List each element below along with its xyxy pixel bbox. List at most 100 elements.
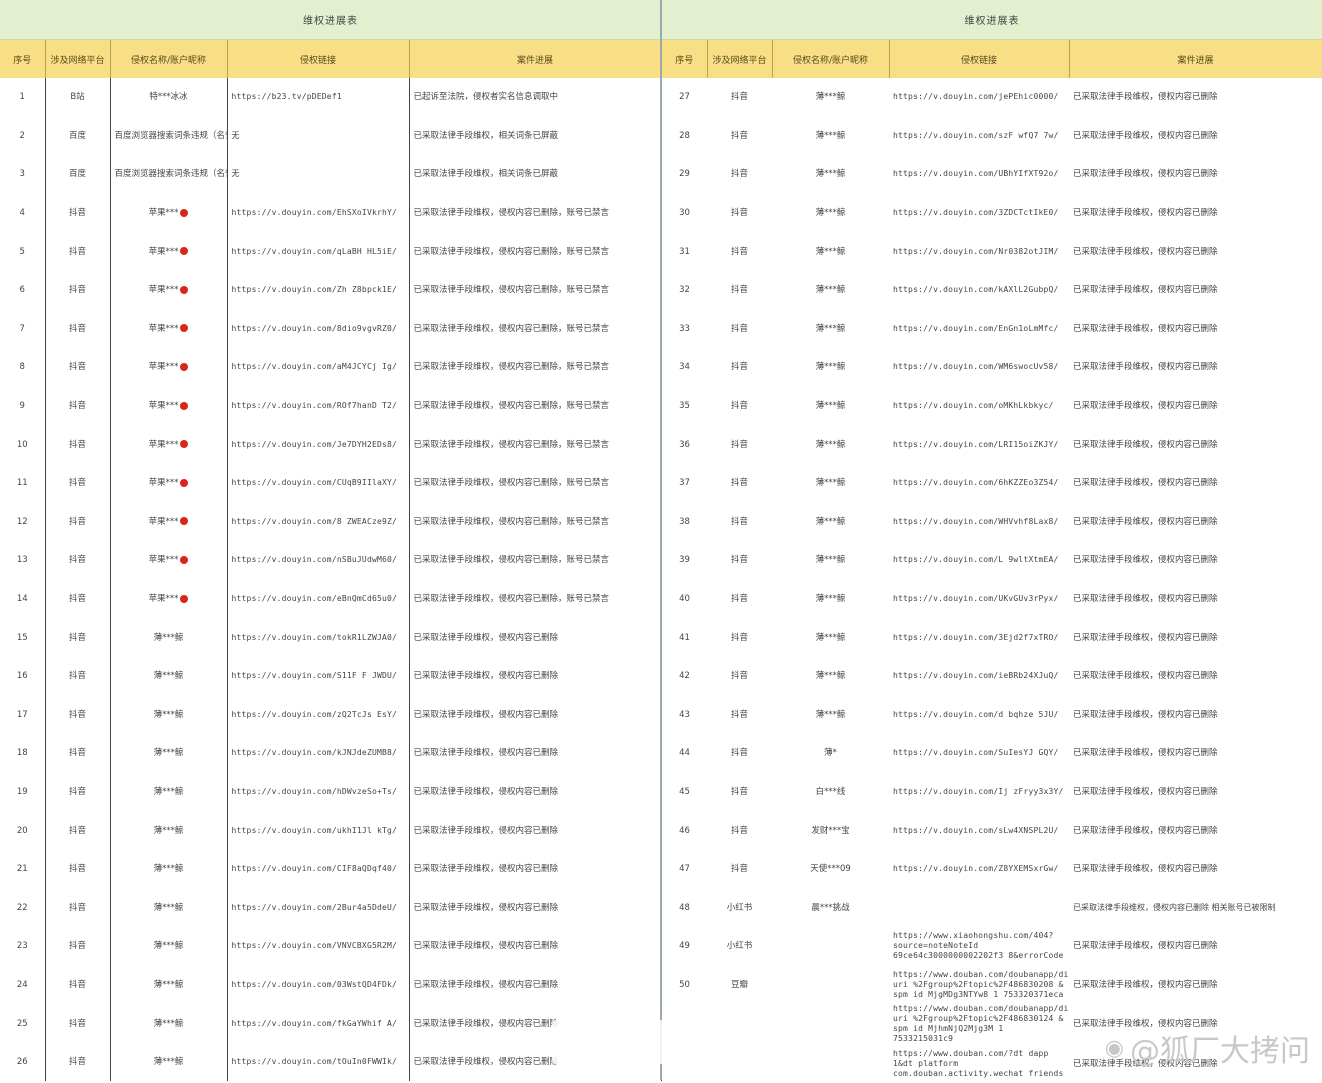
row-infringing-link[interactable]: https://v.douyin.com/sLw4XNSPL2U/ [889,811,1069,850]
row-infringing-link[interactable]: https://v.douyin.com/CIF8aQDqf40/ [227,849,410,889]
row-infringing-link[interactable]: https://v.douyin.com/6hKZZEo3Z54/ [889,464,1069,503]
row-infringing-link[interactable]: https://v.douyin.com/CUqB9IIlaXY/ [227,463,410,503]
row-number: 44 [679,748,690,759]
row-number: 1 [0,78,46,117]
row-infringing-link[interactable]: https://www.xiaohongshu.com/404?source=n… [889,927,1069,966]
row-infringing-link[interactable]: https://v.douyin.com/ukhI1Jl kTg/ [227,811,410,850]
row-platform: B站 [45,78,111,117]
row-infringing-link[interactable]: https://v.douyin.com/8dio9vgvRZ0/ [227,309,410,349]
table-row: 39 抖音 薄***鲸 https://v.douyin.com/L 9wltXtmE… [662,541,1322,580]
row-account-name: 薄***鲸 [815,362,846,373]
watermark-text: @狐厂大拷问 [1130,1034,1310,1069]
row-platform: 抖音 [45,927,111,966]
row-account-name: 苹果*** [110,193,228,233]
table-row: 46 抖音 发财***宝 https://v.douyin.com/sLw4XNSPL… [662,811,1322,850]
row-account-name: 薄***鲸 [815,246,846,257]
row-infringing-link[interactable]: https://b23.tv/pDEDef1 [227,78,410,117]
row-infringing-link[interactable]: https://v.douyin.com/2Bur4a5DdeU/ [227,888,410,928]
table-row: 40 抖音 薄***鲸 https://v.douyin.com/UKvGUv3rPy… [662,580,1322,619]
row-infringing-link[interactable]: https://www.douban.com/?dt dapp 1&dt pla… [889,1044,1069,1083]
row-infringing-link[interactable]: https://v.douyin.com/ROf7hanD T2/ [227,386,410,426]
row-case-progress: 已采取法律手段维权，侵权内容已删除 [409,618,662,657]
row-number: 15 [0,618,46,657]
row-case-progress: 已采取法律手段维权，侵权内容已删除 [1073,632,1218,643]
row-case-progress: 已采取法律手段维权，侵权内容已删除，账号已禁言 [409,541,662,580]
row-infringing-link[interactable]: https://v.douyin.com/UKvGUv3rPyx/ [889,580,1069,619]
row-infringing-link[interactable]: https://v.douyin.com/L 9wltXtmEA/ [889,541,1069,580]
row-number: 45 [679,786,690,797]
row-infringing-link[interactable]: https://v.douyin.com/d bqhze 5JU/ [889,696,1069,735]
row-case-progress: 已采取法律手段维权，侵权内容已删除 [1073,439,1218,450]
table-row: 36 抖音 薄***鲸 https://v.douyin.com/LRI15oiZKJ… [662,425,1322,464]
row-account-name: 薄***鲸 [110,734,228,773]
row-infringing-link[interactable]: https://v.douyin.com/aM4JCYCj Ig/ [227,348,410,387]
row-case-progress: 已采取法律手段维权，侵权内容已删除 [1073,401,1218,412]
row-infringing-link[interactable] [889,888,1069,927]
row-platform: 抖音 [45,193,111,233]
row-infringing-link[interactable]: https://v.douyin.com/8 ZWEACze9Z/ [227,502,410,542]
row-infringing-link[interactable]: https://v.douyin.com/kJNJdeZUMB8/ [227,734,410,773]
row-infringing-link[interactable]: https://v.douyin.com/hDWvzeSo+Ts/ [227,772,410,812]
table-row: 48 小红书 晨***挑战 已采取法律手段维权，侵权内容已删除 相关账号已被限制 [662,888,1322,927]
row-infringing-link[interactable]: 无 [227,116,410,156]
row-infringing-link[interactable]: https://v.douyin.com/oMKhLkbkyc/ [889,387,1069,426]
row-infringing-link[interactable]: https://v.douyin.com/S11F F JWDU/ [227,656,410,696]
row-infringing-link[interactable]: https://v.douyin.com/kAXlL2GubpQ/ [889,271,1069,310]
row-infringing-link[interactable]: https://v.douyin.com/EnGn1oLmMfc/ [889,310,1069,349]
row-case-progress: 已采取法律手段维权，侵权内容已删除 [1073,979,1218,990]
row-infringing-link[interactable]: https://v.douyin.com/VNVCBXG5R2M/ [227,927,410,966]
row-account-name: 薄***鲸 [815,439,846,450]
row-number: 25 [0,1004,46,1043]
row-account-name: 薄***鲸 [110,849,228,889]
apple-icon [180,324,189,333]
row-case-progress: 已采取法律手段维权，侵权内容已删除 [1073,786,1218,797]
row-case-progress: 已采取法律手段维权，侵权内容已删除 [1073,285,1218,296]
row-infringing-link[interactable]: https://www.douban.com/doubanapp/dispatc… [889,966,1069,1005]
row-infringing-link[interactable]: https://v.douyin.com/eBnQmCd65u0/ [227,579,410,619]
row-infringing-link[interactable]: https://v.douyin.com/3Ejd2f7xTRO/ [889,618,1069,657]
row-account-name: 薄***鲸 [815,130,846,141]
row-infringing-link[interactable]: https://v.douyin.com/Ij zFryy3x3Y/ [889,773,1069,812]
table-row: 43 抖音 薄***鲸 https://v.douyin.com/d bqhze 5J… [662,696,1322,735]
row-number: 37 [679,478,690,489]
row-account-name: 薄***鲸 [815,671,846,682]
row-account-name: 天使***09 [810,864,851,875]
row-account-name: 薄***鲸 [110,811,228,850]
row-infringing-link[interactable]: https://v.douyin.com/szF wfQ7 7w/ [889,117,1069,156]
row-infringing-link[interactable]: https://v.douyin.com/UBhYIfXT92o/ [889,155,1069,194]
row-infringing-link[interactable]: https://v.douyin.com/tokR1LZWJA0/ [227,618,410,657]
row-infringing-link[interactable]: https://v.douyin.com/3ZDCTctIkE0/ [889,194,1069,233]
row-infringing-link[interactable]: https://v.douyin.com/SuIesYJ GQY/ [889,734,1069,773]
row-account-name [772,927,889,966]
row-number: 23 [0,927,46,966]
row-infringing-link[interactable]: https://v.douyin.com/03WstQD4FDk/ [227,965,410,1005]
row-infringing-link[interactable]: https://v.douyin.com/zQ2TcJs EsY/ [227,695,410,735]
row-infringing-link[interactable]: https://v.douyin.com/Zh Z8bpck1E/ [227,270,410,310]
row-infringing-link[interactable]: https://v.douyin.com/tOuIn0FWWIk/ [227,1042,410,1082]
row-infringing-link[interactable]: https://v.douyin.com/fkGaYWhif A/ [227,1004,410,1043]
row-case-progress: 已采取法律手段维权，侵权内容已删除 [1073,169,1218,180]
row-infringing-link[interactable]: https://v.douyin.com/LRI15oiZKJY/ [889,425,1069,464]
row-infringing-link[interactable]: https://www.douban.com/doubanapp/dispatc… [889,1004,1069,1044]
row-account-name: 苹果*** [110,579,228,619]
weibo-logo-icon: ◉ [1104,1035,1124,1061]
row-number: 2 [0,116,46,156]
row-infringing-link[interactable]: https://v.douyin.com/EhSXoIVkrhY/ [227,193,410,233]
row-case-progress: 已采取法律手段维权，侵权内容已删除 [1073,709,1218,720]
row-infringing-link[interactable]: https://v.douyin.com/jePEhic0000/ [889,78,1069,117]
row-number: 27 [679,92,690,103]
row-infringing-link[interactable]: https://v.douyin.com/Z8YXEMSxrGw/ [889,850,1069,889]
row-account-name: 薄***鲸 [815,555,846,566]
row-platform: 抖音 [730,516,748,527]
row-infringing-link[interactable]: https://v.douyin.com/qLaBH HL5iE/ [227,232,410,271]
row-infringing-link[interactable]: https://v.douyin.com/ieBRb24XJuQ/ [889,657,1069,696]
row-infringing-link[interactable]: https://v.douyin.com/WM6swocUv58/ [889,348,1069,387]
row-number: 18 [0,734,46,773]
row-infringing-link[interactable]: https://v.douyin.com/Je7DYH2EDs8/ [227,425,410,464]
row-infringing-link[interactable]: https://v.douyin.com/nSBuJUdwM60/ [227,541,410,580]
row-account-name [772,1044,889,1083]
row-infringing-link[interactable]: https://v.douyin.com/Nr0382otJIM/ [889,232,1069,271]
row-case-progress: 已采取法律手段维权，侵权内容已删除，账号已禁言 [409,463,662,503]
row-infringing-link[interactable]: https://v.douyin.com/WHVvhf8Lax8/ [889,503,1069,542]
row-infringing-link[interactable]: 无 [227,155,410,194]
